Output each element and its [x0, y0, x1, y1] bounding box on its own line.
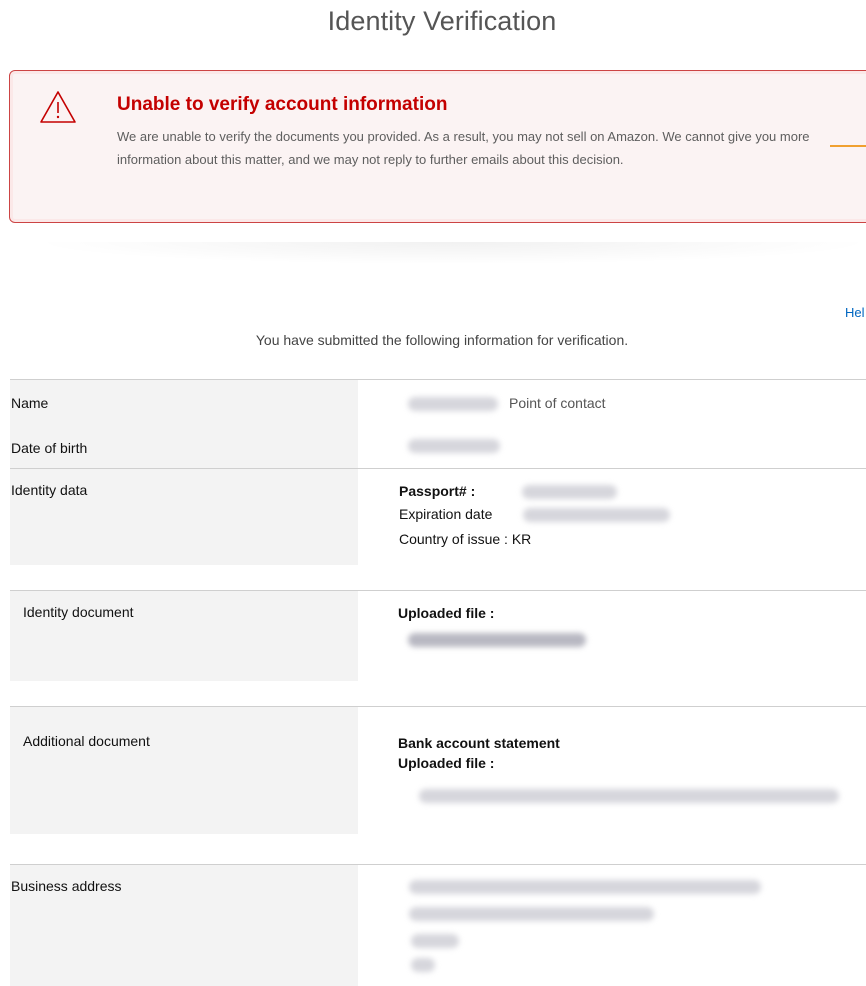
redacted-file-name [419, 789, 839, 803]
redacted-passport-number [522, 485, 617, 499]
redacted-address-line [409, 880, 761, 894]
redacted-expiration-date [523, 508, 670, 522]
help-link[interactable]: Hel [845, 305, 865, 320]
error-alert: Unable to verify account information We … [9, 70, 866, 223]
alert-title: Unable to verify account information [117, 94, 448, 115]
alert-message: We are unable to verify the documents yo… [117, 129, 810, 167]
identity-data-label: Identity data [11, 482, 88, 498]
submitted-note: You have submitted the following informa… [255, 332, 629, 348]
warning-icon [40, 91, 76, 123]
business-address-section: Business address [10, 865, 866, 986]
side-accent-bar [830, 145, 866, 147]
identity-document-label: Identity document [23, 604, 134, 620]
redacted-file-name [408, 633, 586, 647]
additional-document-section: Additional document Bank account stateme… [10, 707, 866, 834]
passport-label: Passport# : [399, 483, 476, 499]
business-address-label: Business address [11, 878, 122, 894]
document-type: Bank account statement [398, 735, 560, 751]
uploaded-file-label: Uploaded file : [398, 605, 495, 621]
identity-data-section: Identity data Passport# : Expiration dat… [10, 469, 866, 565]
label-column [10, 707, 358, 834]
page-title: Identity Verification [327, 6, 557, 36]
uploaded-file-label: Uploaded file : [398, 755, 495, 771]
additional-document-label: Additional document [23, 733, 150, 749]
point-of-contact-text: Point of contact [509, 395, 606, 411]
identity-document-section: Identity document Uploaded file : [10, 591, 866, 681]
country-of-issue: Country of issue : KR [399, 531, 532, 547]
divider-shadow [40, 242, 866, 264]
redacted-dob [408, 439, 500, 453]
personal-info-section: Name Date of birth Point of contact [10, 380, 866, 468]
redacted-address-line [411, 934, 459, 948]
dob-label: Date of birth [11, 440, 88, 456]
name-label: Name [11, 395, 49, 411]
redacted-address-line [409, 907, 654, 921]
redacted-address-line [411, 958, 435, 972]
redacted-name [408, 397, 498, 411]
expiration-label: Expiration date [399, 506, 493, 522]
